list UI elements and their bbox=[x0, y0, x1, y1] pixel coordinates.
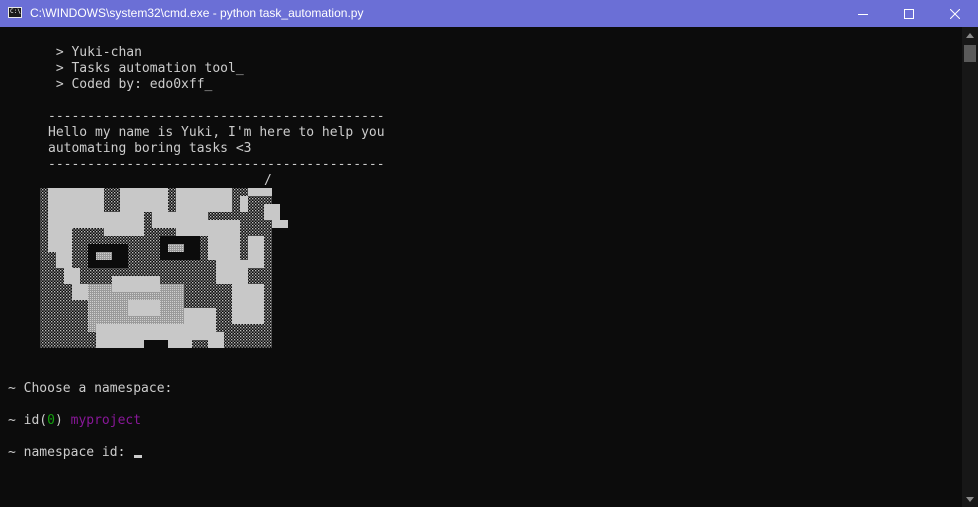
scroll-thumb[interactable] bbox=[964, 45, 976, 62]
choose-namespace-prompt: ~ Choose a namespace: bbox=[8, 381, 173, 396]
namespace-id-input[interactable]: ~ namespace id: bbox=[8, 445, 143, 461]
namespace-option-id: 0 bbox=[47, 413, 55, 428]
terminal-output[interactable]: > Yuki-chan > Tasks automation tool_ > C… bbox=[0, 27, 962, 507]
maximize-icon bbox=[904, 8, 914, 19]
scroll-down-icon bbox=[966, 496, 974, 502]
ascii-art-face bbox=[40, 188, 288, 348]
maximize-button[interactable] bbox=[886, 0, 932, 27]
close-button[interactable] bbox=[932, 0, 978, 27]
ascii-art-image bbox=[40, 188, 288, 348]
close-icon bbox=[950, 8, 960, 19]
namespace-option: ~ id(0) myproject bbox=[8, 413, 141, 429]
scroll-up-icon bbox=[966, 32, 974, 38]
namespace-option-suffix: ) bbox=[54, 413, 63, 428]
namespace-option-name: myproject bbox=[70, 413, 142, 428]
cmd-icon: C:\ bbox=[8, 7, 22, 18]
scroll-up-button[interactable] bbox=[962, 27, 978, 43]
minimize-icon bbox=[858, 13, 868, 15]
namespace-id-label: ~ namespace id: bbox=[8, 445, 126, 460]
window-title: C:\WINDOWS\system32\cmd.exe - python tas… bbox=[30, 6, 364, 20]
scroll-down-button[interactable] bbox=[962, 491, 978, 507]
window-titlebar[interactable]: C:\ C:\WINDOWS\system32\cmd.exe - python… bbox=[0, 0, 978, 27]
minimize-button[interactable] bbox=[840, 0, 886, 27]
namespace-option-prefix: ~ id( bbox=[8, 413, 48, 428]
text-cursor bbox=[134, 455, 143, 458]
vertical-scrollbar[interactable] bbox=[962, 27, 978, 507]
